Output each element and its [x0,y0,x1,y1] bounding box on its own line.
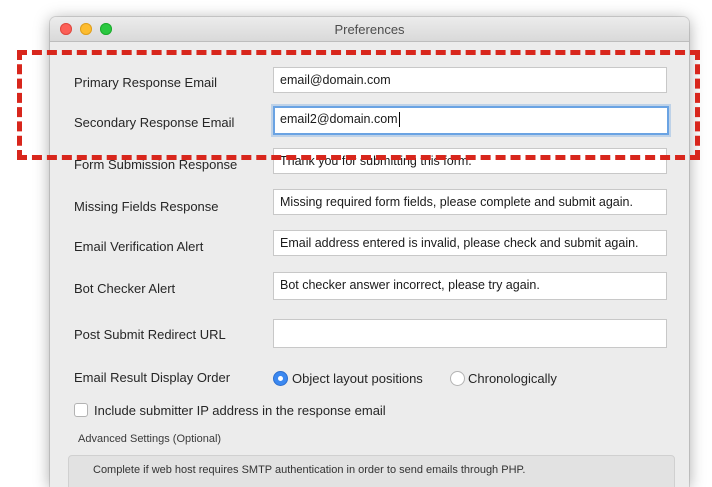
primary-response-email-label: Primary Response Email [74,75,218,90]
email-result-display-order-label: Email Result Display Order [74,370,231,385]
missing-fields-response-label: Missing Fields Response [74,199,219,214]
form-submission-response-label: Form Submission Response [74,157,238,172]
title-bar[interactable]: Preferences [50,17,689,42]
post-submit-redirect-url-label: Post Submit Redirect URL [74,327,226,342]
text-caret [398,112,400,128]
email-verification-alert-input[interactable]: Email address entered is invalid, please… [273,230,667,256]
advanced-settings-box: Complete if web host requires SMTP authe… [68,455,675,487]
radio-object-layout-positions[interactable] [273,371,288,386]
bot-checker-alert-input[interactable]: Bot checker answer incorrect, please try… [273,272,667,300]
include-ip-checkbox[interactable] [74,403,88,417]
radio-chronologically-label[interactable]: Chronologically [468,371,557,386]
advanced-settings-title: Advanced Settings (Optional) [78,433,222,445]
preferences-window: Preferences Primary Response Email email… [50,17,689,487]
primary-response-email-input[interactable]: email@domain.com [273,67,667,93]
include-ip-label[interactable]: Include submitter IP address in the resp… [94,403,386,418]
secondary-response-email-label: Secondary Response Email [74,115,235,130]
bot-checker-alert-label: Bot Checker Alert [74,281,176,296]
email-verification-alert-label: Email Verification Alert [74,239,204,254]
window-title: Preferences [334,22,405,37]
radio-object-layout-positions-label[interactable]: Object layout positions [292,371,423,386]
radio-chronologically[interactable] [450,371,465,386]
secondary-response-email-value: email2@domain.com [280,112,398,126]
form-submission-response-input[interactable]: Thank you for submitting this form. [273,148,667,174]
post-submit-redirect-url-input[interactable] [273,319,667,348]
secondary-response-email-input[interactable]: email2@domain.com [273,106,669,135]
advanced-settings-description: Complete if web host requires SMTP authe… [93,464,526,476]
missing-fields-response-input[interactable]: Missing required form fields, please com… [273,189,667,215]
